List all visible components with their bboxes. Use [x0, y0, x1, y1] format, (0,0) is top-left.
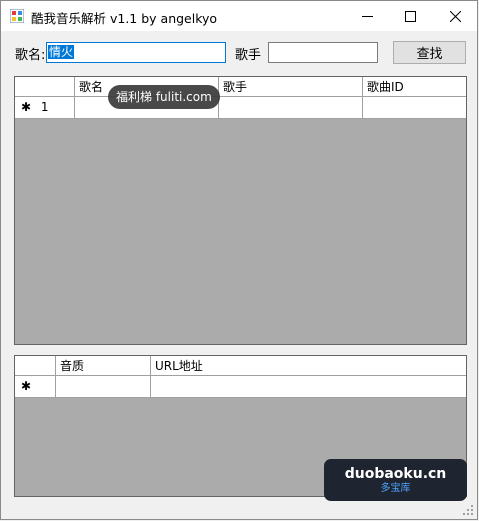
song-name-value: 情火 — [48, 45, 75, 59]
close-button[interactable] — [433, 1, 477, 31]
url-header-row: 音质 URL地址 — [15, 356, 466, 376]
cell-quality[interactable] — [56, 376, 151, 398]
column-header-quality[interactable]: 音质 — [56, 356, 151, 376]
app-icon — [9, 8, 25, 24]
search-button[interactable]: 查找 — [393, 41, 466, 64]
song-name-label: 歌名: — [15, 48, 46, 63]
maximize-icon — [404, 10, 416, 22]
close-icon — [449, 10, 461, 22]
minimize-button[interactable] — [345, 1, 389, 31]
results-grid[interactable]: 歌名 歌手 歌曲ID ✱ 1 — [14, 76, 467, 345]
artist-label: 歌手 — [235, 48, 262, 63]
table-row[interactable]: ✱ — [15, 376, 466, 398]
row-index: 1 — [40, 100, 49, 114]
watermark-duobaoku: duobaoku.cn 多宝库 — [324, 459, 467, 501]
column-header-url[interactable]: URL地址 — [151, 356, 466, 376]
row-header[interactable]: ✱ 1 — [15, 97, 75, 119]
maximize-button[interactable] — [388, 1, 432, 31]
resize-grip-icon[interactable] — [462, 504, 474, 516]
column-header-artist[interactable]: 歌手 — [219, 77, 363, 97]
table-row[interactable]: ✱ 1 — [15, 97, 466, 119]
cell-song-id[interactable] — [363, 97, 466, 119]
main-window: 酷我音乐解析 v1.1 by angelkyo 歌名: 情火 歌手 查找 歌名 — [0, 0, 478, 520]
column-header-song-id[interactable]: 歌曲ID — [363, 77, 466, 97]
row-header-corner — [15, 77, 75, 97]
new-row-marker: ✱ — [21, 379, 32, 393]
cell-url[interactable] — [151, 376, 466, 398]
cell-artist[interactable] — [219, 97, 363, 119]
watermark-duobaoku-domain: duobaoku.cn — [344, 466, 447, 482]
url-row-header[interactable]: ✱ — [15, 376, 56, 398]
window-title: 酷我音乐解析 v1.1 by angelkyo — [31, 11, 218, 26]
watermark-fuliti: 福利梯 fuliti.com — [108, 85, 220, 109]
artist-input[interactable] — [268, 42, 378, 63]
url-row-header-corner — [15, 356, 56, 376]
title-bar[interactable]: 酷我音乐解析 v1.1 by angelkyo — [1, 1, 477, 31]
watermark-duobaoku-name: 多宝库 — [380, 483, 411, 494]
minimize-icon — [361, 11, 373, 22]
results-header-row: 歌名 歌手 歌曲ID — [15, 77, 466, 97]
new-row-marker: ✱ — [21, 100, 32, 114]
song-name-input[interactable]: 情火 — [46, 42, 226, 63]
